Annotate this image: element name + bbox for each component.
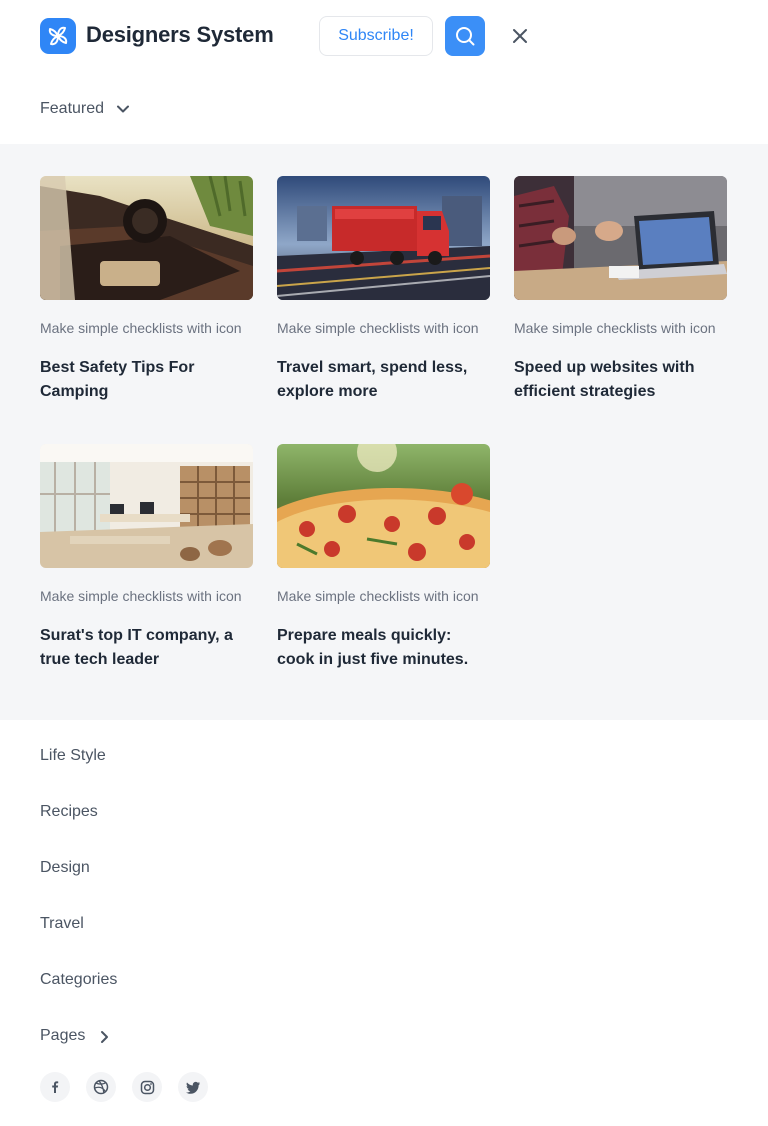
menu-item-label: Design (40, 859, 90, 876)
featured-panel: Make simple checklists with icon Best Sa… (0, 144, 768, 720)
card-subtitle: Make simple checklists with icon (277, 320, 479, 336)
facebook-icon (52, 1081, 59, 1093)
menu-item-label: Life Style (40, 747, 106, 764)
close-icon (513, 29, 527, 43)
menu-item-life-style[interactable]: Life Style (40, 744, 440, 800)
menu-item-label: Travel (40, 915, 84, 932)
menu-item-label: Categories (40, 971, 118, 988)
featured-dropdown[interactable]: Featured (40, 96, 130, 122)
card-subtitle: Make simple checklists with icon (40, 320, 242, 336)
dribbble-icon (93, 1079, 109, 1095)
pinwheel-icon (48, 26, 68, 46)
card-title[interactable]: Speed up websites with efficient strateg… (514, 356, 727, 404)
header: Designers System Subscribe! (0, 0, 768, 72)
instagram-icon (140, 1080, 154, 1094)
site-title[interactable]: Designers System (86, 22, 274, 48)
card-title[interactable]: Prepare meals quickly: cook in just five… (277, 624, 490, 672)
pizza-photo[interactable] (277, 444, 490, 568)
chevron-down-icon (117, 105, 130, 113)
menu-list: Life Style Recipes Design Travel Categor… (40, 744, 440, 1080)
menu-item-design[interactable]: Design (40, 856, 440, 912)
menu-item-recipes[interactable]: Recipes (40, 800, 440, 856)
dribbble-link[interactable] (86, 1072, 116, 1102)
close-button[interactable] (508, 24, 532, 48)
instagram-link[interactable] (132, 1072, 162, 1102)
car-interior-photo[interactable] (40, 176, 253, 300)
menu-item-travel[interactable]: Travel (40, 912, 440, 968)
article-card[interactable]: Make simple checklists with icon Prepare… (277, 444, 490, 672)
laptop-meeting-photo[interactable] (514, 176, 727, 300)
search-icon (456, 27, 475, 46)
logo[interactable] (40, 18, 76, 54)
card-title[interactable]: Travel smart, spend less, explore more (277, 356, 490, 404)
menu-item-categories[interactable]: Categories (40, 968, 440, 1024)
card-subtitle: Make simple checklists with icon (40, 588, 242, 604)
subscribe-button[interactable]: Subscribe! (319, 16, 433, 56)
card-title[interactable]: Best Safety Tips For Camping (40, 356, 253, 404)
menu-item-label: Pages (40, 1027, 86, 1044)
facebook-link[interactable] (40, 1072, 70, 1102)
office-interior-photo[interactable] (40, 444, 253, 568)
social-links (40, 1072, 208, 1102)
card-subtitle: Make simple checklists with icon (277, 588, 479, 604)
article-card[interactable]: Make simple checklists with icon Best Sa… (40, 176, 253, 404)
article-card[interactable]: Make simple checklists with icon Surat's… (40, 444, 253, 672)
twitter-link[interactable] (178, 1072, 208, 1102)
twitter-icon (185, 1081, 200, 1094)
search-button[interactable] (445, 16, 485, 56)
menu-item-label: Recipes (40, 803, 98, 820)
article-card[interactable]: Make simple checklists with icon Travel … (277, 176, 490, 404)
red-truck-photo[interactable] (277, 176, 490, 300)
article-card[interactable]: Make simple checklists with icon Speed u… (514, 176, 727, 404)
featured-label: Featured (40, 100, 105, 117)
card-title[interactable]: Surat's top IT company, a true tech lead… (40, 624, 253, 672)
card-subtitle: Make simple checklists with icon (514, 320, 716, 336)
chevron-right-icon (101, 1031, 109, 1043)
